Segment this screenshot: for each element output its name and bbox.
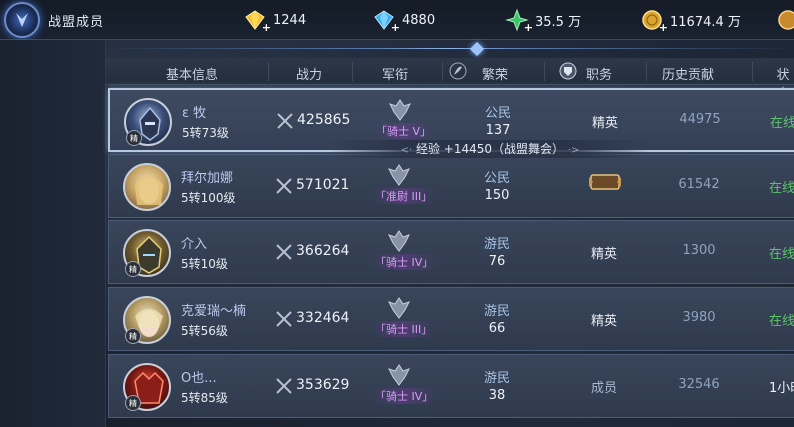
member-rank: 「骑士 IV」 — [371, 388, 438, 404]
elite-badge-icon: 精 — [125, 261, 141, 277]
member-status: 在线 — [770, 116, 794, 131]
member-row[interactable]: 精 介入 5转10级 366264 「骑士 IV」 游民 76 精英 1300 … — [108, 220, 794, 284]
diamond-resource[interactable]: + 4880 — [372, 8, 436, 34]
elite-badge-icon: 精 — [125, 328, 141, 344]
coin-value: 11674.4 万 — [670, 14, 741, 30]
member-row[interactable]: 精 克爱瑞～楠 5转56级 332464 「骑士 III」 游民 66 精英 3… — [108, 287, 794, 351]
feather-icon — [448, 61, 468, 81]
member-power: 366264 — [296, 243, 350, 259]
experience-gain-text: 经验 +14450（战盟舞会） — [415, 142, 565, 156]
tip-right-ornament-icon: ·> — [567, 145, 580, 156]
extra-resource-icon[interactable] — [776, 8, 794, 32]
member-rank: 「骑士 III」 — [371, 321, 437, 337]
header-basic-info[interactable]: 基本信息 — [166, 64, 218, 83]
header-prosperity[interactable]: 繁荣 — [482, 64, 508, 83]
header-divider — [106, 41, 794, 57]
member-contribution: 1300 — [682, 243, 716, 258]
prosperity-title: 游民 — [483, 304, 510, 319]
member-level: 5转73级 — [182, 126, 229, 140]
prosperity-title: 公民 — [483, 171, 510, 186]
experience-gain-tip: <· 经验 +14450（战盟舞会） ·> — [330, 140, 650, 158]
crossed-swords-icon — [275, 310, 293, 328]
window-title: 战盟成员 — [48, 15, 105, 30]
member-status: 1小时 — [769, 381, 794, 396]
crossed-swords-icon — [275, 243, 293, 261]
crossed-swords-icon — [276, 112, 294, 130]
elite-badge-icon: 精 — [126, 130, 142, 146]
member-status: 在线 — [769, 314, 794, 329]
prosperity-value: 137 — [485, 123, 511, 138]
coin-icon: + — [640, 8, 668, 34]
member-status: 在线 — [769, 247, 794, 262]
gold-gem-value: 1244 — [273, 12, 307, 28]
prosperity-title: 游民 — [483, 237, 510, 252]
green-crystal-resource[interactable]: + 35.5 万 — [505, 8, 582, 34]
member-level: 5转10级 — [181, 257, 228, 271]
member-power: 353629 — [296, 377, 350, 393]
rank-wings-icon — [385, 361, 413, 389]
rank-wings-icon — [385, 161, 413, 189]
member-level: 5转85级 — [181, 391, 228, 405]
leader-banner-icon — [587, 169, 623, 195]
prosperity-title: 游民 — [483, 371, 510, 386]
member-rank: 「骑士 V」 — [372, 123, 436, 139]
rank-wings-icon — [385, 227, 413, 255]
member-power: 425865 — [297, 112, 351, 128]
member-name: 克爱瑞～楠 — [181, 304, 247, 319]
member-name: O也... — [181, 371, 217, 386]
crest-icon — [558, 61, 578, 81]
member-level: 5转56级 — [181, 324, 228, 338]
top-bar: 战盟成员 + 1244 + 4880 + 35.5 万 + 11674.4 万 — [0, 0, 794, 40]
diamond-icon: + — [372, 8, 400, 34]
left-panel — [0, 40, 106, 427]
prosperity-value: 38 — [488, 388, 506, 403]
member-position: 成员 — [590, 381, 617, 396]
member-contribution: 3980 — [682, 310, 716, 325]
gold-gem-resource[interactable]: + 1244 — [243, 8, 307, 34]
guild-emblem-icon[interactable] — [4, 2, 40, 38]
prosperity-value: 76 — [488, 254, 506, 269]
crossed-swords-icon — [275, 377, 293, 395]
member-position: 精英 — [591, 116, 618, 131]
member-contribution: 44975 — [679, 112, 721, 127]
crossed-swords-icon — [275, 177, 293, 195]
green-crystal-value: 35.5 万 — [535, 14, 582, 30]
prosperity-value: 66 — [488, 321, 506, 336]
member-level: 5转100级 — [181, 191, 236, 205]
member-row[interactable]: 拜尔加娜 5转100级 571021 「准尉 III」 公民 150 61542… — [108, 154, 794, 218]
elite-badge-icon: 精 — [125, 395, 141, 411]
member-contribution: 61542 — [678, 177, 720, 192]
avatar[interactable] — [123, 163, 171, 211]
member-rank: 「骑士 IV」 — [371, 254, 438, 270]
member-power: 332464 — [296, 310, 350, 326]
tip-left-ornament-icon: <· — [400, 145, 413, 156]
member-rank: 「准尉 III」 — [371, 188, 437, 204]
header-contribution[interactable]: 历史贡献 — [662, 64, 714, 83]
member-name: 拜尔加娜 — [181, 171, 234, 186]
rank-wings-icon — [385, 294, 413, 322]
coin-resource[interactable]: + 11674.4 万 — [640, 8, 741, 34]
member-position: 精英 — [590, 314, 617, 329]
header-position[interactable]: 职务 — [586, 64, 612, 83]
green-crystal-icon: + — [505, 8, 533, 34]
gold-gem-icon: + — [243, 8, 271, 34]
prosperity-value: 150 — [484, 188, 510, 203]
member-contribution: 32546 — [678, 377, 720, 392]
member-power: 571021 — [296, 177, 350, 193]
member-name: 介入 — [181, 237, 208, 252]
rank-wings-icon — [386, 96, 414, 124]
header-rank[interactable]: 军衔 — [382, 64, 408, 83]
prosperity-title: 公民 — [484, 106, 511, 121]
member-position: 精英 — [590, 247, 617, 262]
table-header: 基本信息 战力 军衔 繁荣 职务 历史贡献 状态 — [106, 58, 794, 102]
member-name: ε 牧 — [182, 106, 207, 121]
member-row[interactable]: 精 O也... 5转85级 353629 「骑士 IV」 游民 38 成员 32… — [108, 354, 794, 418]
diamond-value: 4880 — [402, 12, 436, 28]
member-status: 在线 — [769, 181, 794, 196]
header-power[interactable]: 战力 — [296, 64, 322, 83]
